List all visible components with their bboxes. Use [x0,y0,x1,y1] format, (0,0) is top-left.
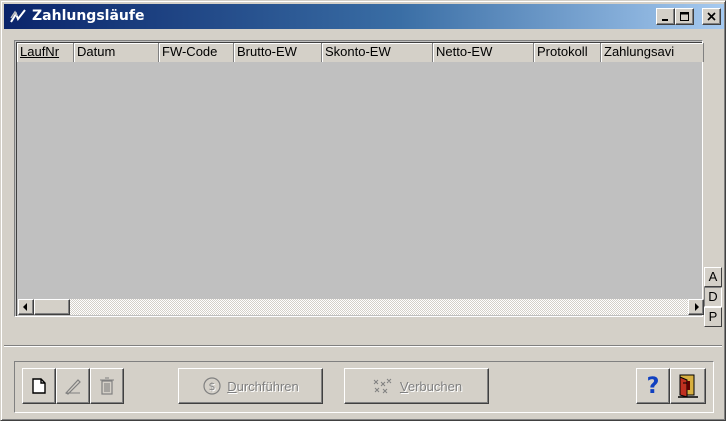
delete-button[interactable] [90,368,124,404]
app-icon [10,9,26,23]
help-button[interactable]: ? [636,368,670,404]
horizontal-scrollbar[interactable] [18,299,704,315]
side-button-a[interactable]: A [704,267,722,287]
maximize-button[interactable] [675,8,694,25]
scroll-thumb[interactable] [34,299,70,315]
edit-button[interactable] [56,368,90,404]
separator [4,345,722,347]
durchfuehren-label: Durchführen [227,378,299,394]
column-header-brutto-ew[interactable]: Brutto-EW [234,43,322,62]
column-header-skonto-ew[interactable]: Skonto-EW [322,43,433,62]
side-button-d[interactable]: D [704,287,722,307]
booking-icon [373,378,392,394]
edit-pen-icon [65,379,81,395]
scroll-left-button[interactable] [18,299,34,315]
close-icon [706,11,716,21]
svg-text:$: $ [209,380,216,393]
help-icon: ? [646,373,660,399]
exit-door-icon [678,374,698,398]
column-header-zahlungsavis[interactable]: Zahlungsavi [601,43,704,62]
action-toolbar: $ Durchführen Verbuchen ? [14,361,714,413]
trash-icon [100,377,114,395]
verbuchen-label: Verbuchen [399,378,463,394]
zahlungslaeufe-list[interactable]: LaufNr Datum FW-Code Brutto-EW Skonto-EW… [14,40,704,317]
scroll-track[interactable] [70,299,688,315]
arrow-right-icon [695,303,699,311]
durchfuehren-button[interactable]: $ Durchführen [178,368,323,404]
side-button-p[interactable]: P [704,307,722,327]
column-header-laufnr[interactable]: LaufNr [17,43,74,62]
column-header-protokoll[interactable]: Protokoll [534,43,601,62]
arrow-left-icon [23,303,27,311]
column-header-fw-code[interactable]: FW-Code [159,43,234,62]
new-document-icon [32,378,46,394]
exit-button[interactable] [670,368,706,404]
title-bar[interactable]: Zahlungsläufe [4,4,724,29]
scroll-right-button[interactable] [688,299,704,315]
column-header-datum[interactable]: Datum [74,43,159,62]
maximize-icon [679,11,689,21]
minimize-icon [661,18,668,21]
minimize-button[interactable] [656,8,675,25]
window-title: Zahlungsläufe [32,8,145,24]
new-button[interactable] [22,368,56,404]
list-header: LaufNr Datum FW-Code Brutto-EW Skonto-EW… [17,43,704,62]
list-body: LaufNr Datum FW-Code Brutto-EW Skonto-EW… [16,42,704,316]
verbuchen-button[interactable]: Verbuchen [344,368,489,404]
zahlungslaeufe-window: Zahlungsläufe LaufNr Datum FW-Code Brutt… [0,0,726,421]
dollar-coin-icon: $ [203,377,221,395]
column-header-netto-ew[interactable]: Netto-EW [433,43,534,62]
close-button[interactable] [702,8,721,25]
